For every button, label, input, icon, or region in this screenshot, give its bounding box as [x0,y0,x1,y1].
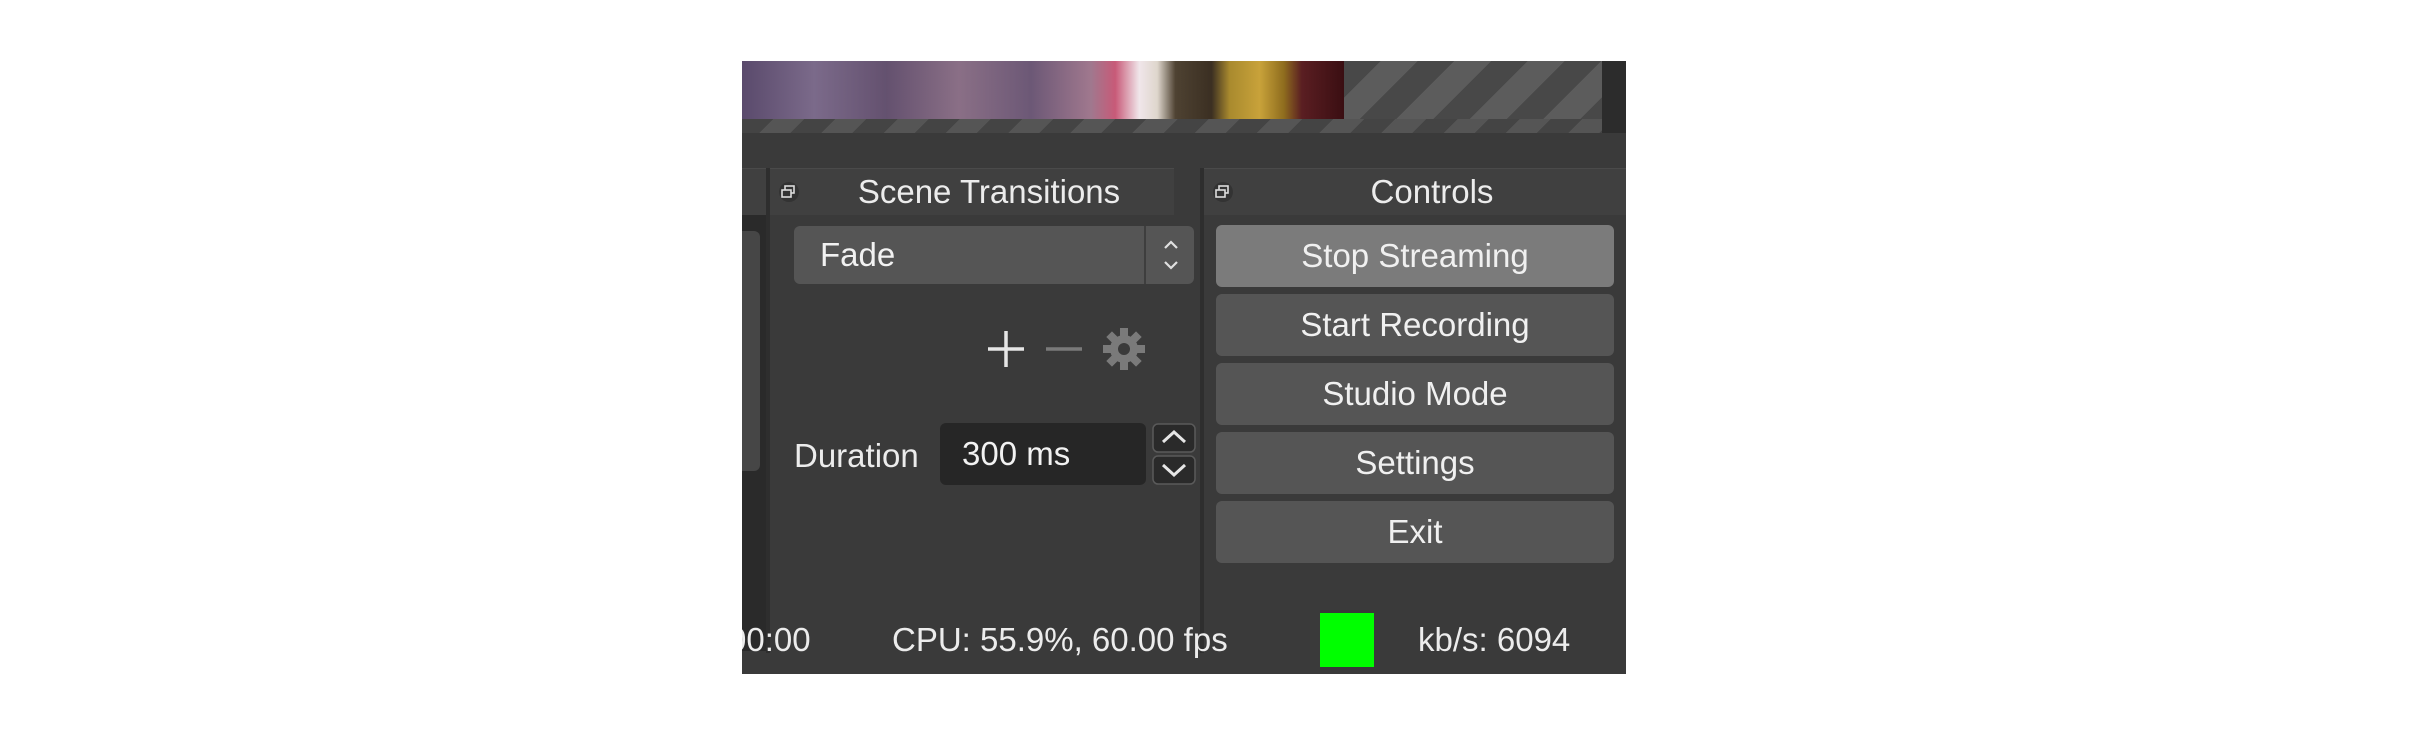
dock-divider[interactable] [1200,168,1204,653]
duration-label: Duration [794,437,919,474]
controls-header: Controls [1204,168,1626,215]
transition-select-value: Fade [820,236,896,273]
stream-status-indicator [1320,613,1374,667]
preview-letterbox-bottom [742,119,1602,133]
stop-streaming-button[interactable]: Stop Streaming [1216,225,1614,287]
bitrate: kb/s: 6094 [1418,621,1571,658]
minus-icon[interactable] [1042,327,1086,371]
obs-window: Scene Transitions Fade Duration 300 ms C… [742,61,1626,674]
select-arrows-icon [1144,226,1196,284]
left-dock-list-partial [742,231,760,471]
preview-area [742,61,1626,133]
dock-divider[interactable] [766,168,770,653]
preview-source-image [742,61,1344,119]
float-window-icon[interactable] [778,181,800,203]
float-window-icon[interactable] [1212,181,1234,203]
plus-icon[interactable] [984,327,1028,371]
controls-title: Controls [1370,173,1494,210]
duration-value: 300 ms [962,435,1071,472]
transition-select[interactable]: Fade [794,226,1194,284]
settings-button[interactable]: Settings [1216,432,1614,494]
cpu-usage: CPU: 55.9%, 60.00 fps [892,621,1228,658]
scene-transitions-title: Scene Transitions [857,173,1121,210]
duration-input[interactable]: 300 ms [940,423,1146,485]
exit-button[interactable]: Exit [1216,501,1614,563]
dock-header-partial [742,168,766,215]
stream-time: 00:00 [742,621,811,658]
duration-stepper[interactable] [1152,423,1196,485]
scene-transitions-header: Scene Transitions [770,168,1174,215]
start-recording-button[interactable]: Start Recording [1216,294,1614,356]
gear-icon[interactable] [1102,327,1146,371]
studio-mode-button[interactable]: Studio Mode [1216,363,1614,425]
